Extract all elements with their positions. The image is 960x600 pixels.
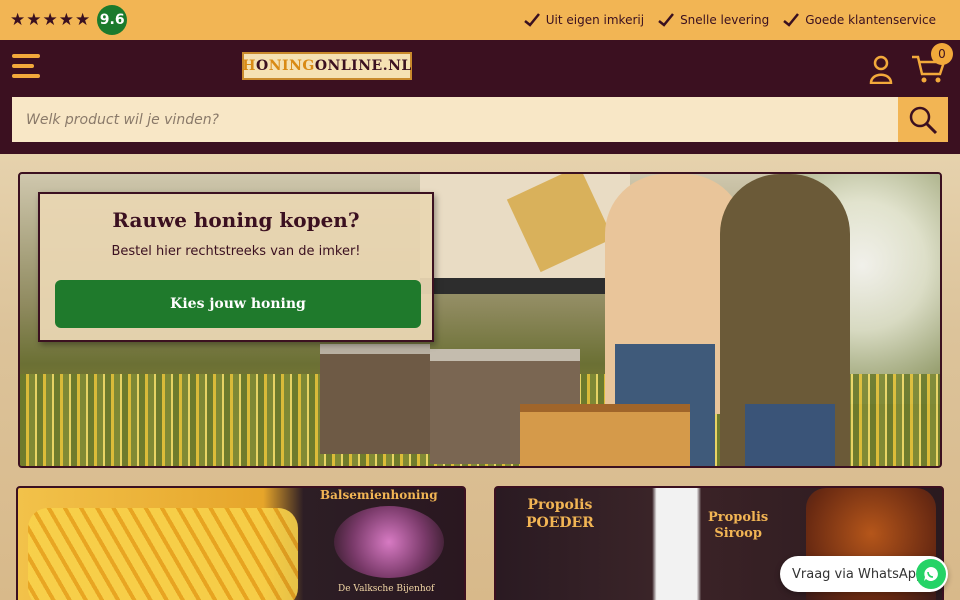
usp-label: Snelle levering xyxy=(680,13,770,27)
hero-photo-beekeeper-legs xyxy=(745,404,835,466)
check-icon xyxy=(658,13,675,27)
logo-letter: O xyxy=(256,58,269,74)
choose-honey-button[interactable]: Kies jouw honing xyxy=(55,280,421,328)
flower-image xyxy=(334,506,444,578)
hero-title: Rauwe honing kopen? xyxy=(112,208,360,232)
usp-label: Uit eigen imkerij xyxy=(545,13,645,27)
logo-domain: ONLINE.NL xyxy=(314,58,412,74)
hero-card: Rauwe honing kopen? Bestel hier rechtstr… xyxy=(38,192,434,342)
usp-bar: ★★★★★ 9.6 Uit eigen imkerij Snelle lever… xyxy=(0,0,960,40)
logo-letter: NING xyxy=(268,58,315,74)
rating-stars-icon: ★★★★★ xyxy=(10,10,92,30)
search-bar xyxy=(12,97,948,142)
usp-list: Uit eigen imkerij Snelle levering Goede … xyxy=(523,13,936,27)
hero-photo-honey-box xyxy=(520,404,690,466)
category-tile-honing[interactable]: Balsemienhoning De Valksche Bijenhof xyxy=(16,486,466,600)
search-icon xyxy=(909,106,938,134)
usp-item: Goede klantenservice xyxy=(783,13,936,27)
product-label: Balsemienhoning xyxy=(320,488,438,502)
rating[interactable]: ★★★★★ 9.6 xyxy=(10,5,128,35)
account-icon[interactable] xyxy=(868,54,894,84)
cart-count-badge: 0 xyxy=(931,43,953,65)
product-label: Propolis Siroop xyxy=(708,510,768,542)
usp-label: Goede klantenservice xyxy=(805,13,936,27)
honeycomb-image xyxy=(28,508,298,600)
usp-item: Uit eigen imkerij xyxy=(523,13,645,27)
product-label: Propolis POEDER xyxy=(526,496,594,532)
check-icon xyxy=(783,13,800,27)
whatsapp-label: Vraag via WhatsApp xyxy=(792,566,925,582)
logo-letter: H xyxy=(242,58,257,74)
usp-item: Snelle levering xyxy=(658,13,769,27)
product-label-line: Propolis xyxy=(708,510,769,525)
hero-subtitle: Bestel hier rechtstreeks van de imker! xyxy=(111,244,361,259)
rating-score-badge: 9.6 xyxy=(97,5,128,35)
product-brand: De Valksche Bijenhof xyxy=(338,584,435,594)
search-button[interactable] xyxy=(898,97,948,142)
product-label-line: Propolis xyxy=(527,497,593,513)
menu-icon[interactable] xyxy=(12,54,40,78)
search-input[interactable] xyxy=(12,97,898,142)
site-logo[interactable]: H O NING ONLINE.NL xyxy=(242,52,412,80)
hero-photo-hive xyxy=(320,344,430,454)
whatsapp-icon xyxy=(916,559,946,589)
site-header: H O NING ONLINE.NL 0 xyxy=(0,40,960,154)
product-label-line: POEDER xyxy=(526,515,594,531)
whatsapp-chat-button[interactable]: Vraag via WhatsApp xyxy=(780,556,948,592)
check-icon xyxy=(523,13,540,27)
product-label-line: Siroop xyxy=(714,526,762,541)
